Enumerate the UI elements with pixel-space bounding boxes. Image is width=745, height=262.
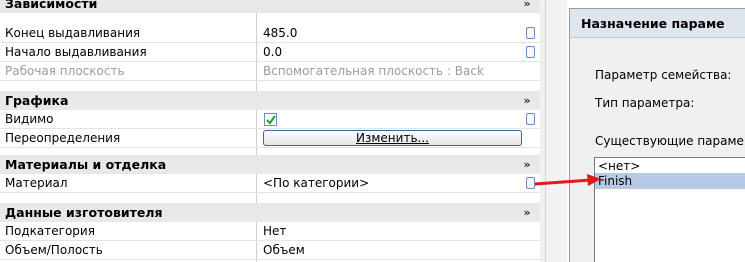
property-value[interactable]: <По категории> (263, 174, 369, 192)
property-value: Вспомогательная плоскость : Back (263, 64, 484, 78)
parameter-type-label: Тип параметра: (595, 96, 695, 110)
property-value[interactable]: 0.0 (263, 43, 282, 61)
checkmark-icon (266, 115, 276, 125)
existing-parameters-label: Существующие параме (595, 134, 744, 148)
group-title: Зависимости (5, 0, 98, 11)
group-header-manufacturer[interactable]: Данные изготовителя » (0, 203, 540, 222)
property-value[interactable]: Нет (263, 222, 286, 240)
associate-parameter-dialog: Назначение параме Параметр семейства: Ти… (569, 8, 745, 262)
family-parameter-label: Параметр семейства: (595, 68, 732, 82)
property-label: Конец выдавливания (5, 26, 141, 40)
existing-parameters-list[interactable]: <нет> Finish (594, 157, 745, 262)
associate-parameter-button[interactable] (526, 27, 535, 39)
property-label: Подкатегория (5, 224, 95, 238)
button-label: Изменить... (356, 131, 429, 145)
property-label: Объем/Полость (5, 243, 103, 257)
property-row-work-plane: Рабочая плоскость Вспомогательная плоско… (0, 62, 540, 81)
property-row-extrusion-end[interactable]: Конец выдавливания 485.0 (0, 24, 540, 43)
group-title: Материалы и отделка (5, 157, 167, 172)
property-row-overrides[interactable]: Переопределения Изменить... (0, 129, 540, 148)
property-row-material[interactable]: Материал <По категории> (0, 174, 540, 193)
group-title: Данные изготовителя (5, 205, 163, 220)
associate-parameter-button[interactable] (526, 177, 535, 189)
property-row-solid-void[interactable]: Объем/Полость Объем (0, 241, 540, 260)
property-row-visible[interactable]: Видимо (0, 110, 540, 129)
property-row-subcategory[interactable]: Подкатегория Нет (0, 222, 540, 241)
dialog-title: Назначение параме (581, 16, 725, 31)
properties-panel: Зависимости » Конец выдавливания 485.0 Н… (0, 0, 540, 262)
dialog-titlebar[interactable]: Назначение параме (570, 9, 745, 38)
property-value[interactable]: 485.0 (263, 24, 297, 42)
property-label: Переопределения (5, 131, 121, 145)
group-header-materials[interactable]: Материалы и отделка » (0, 155, 540, 174)
group-header-constraints[interactable]: Зависимости » (0, 0, 540, 13)
property-row-extrusion-start[interactable]: Начало выдавливания 0.0 (0, 43, 540, 62)
property-label: Материал (5, 176, 68, 190)
collapse-icon[interactable]: » (520, 91, 534, 110)
property-label: Видимо (5, 112, 54, 126)
collapse-icon[interactable]: » (520, 203, 534, 222)
annotation-arrow (534, 174, 601, 186)
property-label: Начало выдавливания (5, 45, 147, 59)
collapse-icon[interactable]: » (520, 155, 534, 174)
property-value[interactable]: Объем (263, 241, 305, 259)
group-title: Графика (5, 93, 69, 108)
visible-checkbox[interactable] (264, 113, 277, 126)
collapse-icon[interactable]: » (520, 0, 534, 13)
associate-parameter-button[interactable] (526, 46, 535, 58)
list-item-none[interactable]: <нет> (598, 159, 640, 173)
edit-overrides-button[interactable]: Изменить... (263, 130, 522, 146)
group-header-graphics[interactable]: Графика » (0, 91, 540, 110)
list-item-finish[interactable]: Finish (595, 173, 745, 189)
property-label: Рабочая плоскость (5, 64, 125, 78)
associate-parameter-button[interactable] (526, 113, 535, 125)
scrollbar[interactable] (545, 0, 567, 262)
